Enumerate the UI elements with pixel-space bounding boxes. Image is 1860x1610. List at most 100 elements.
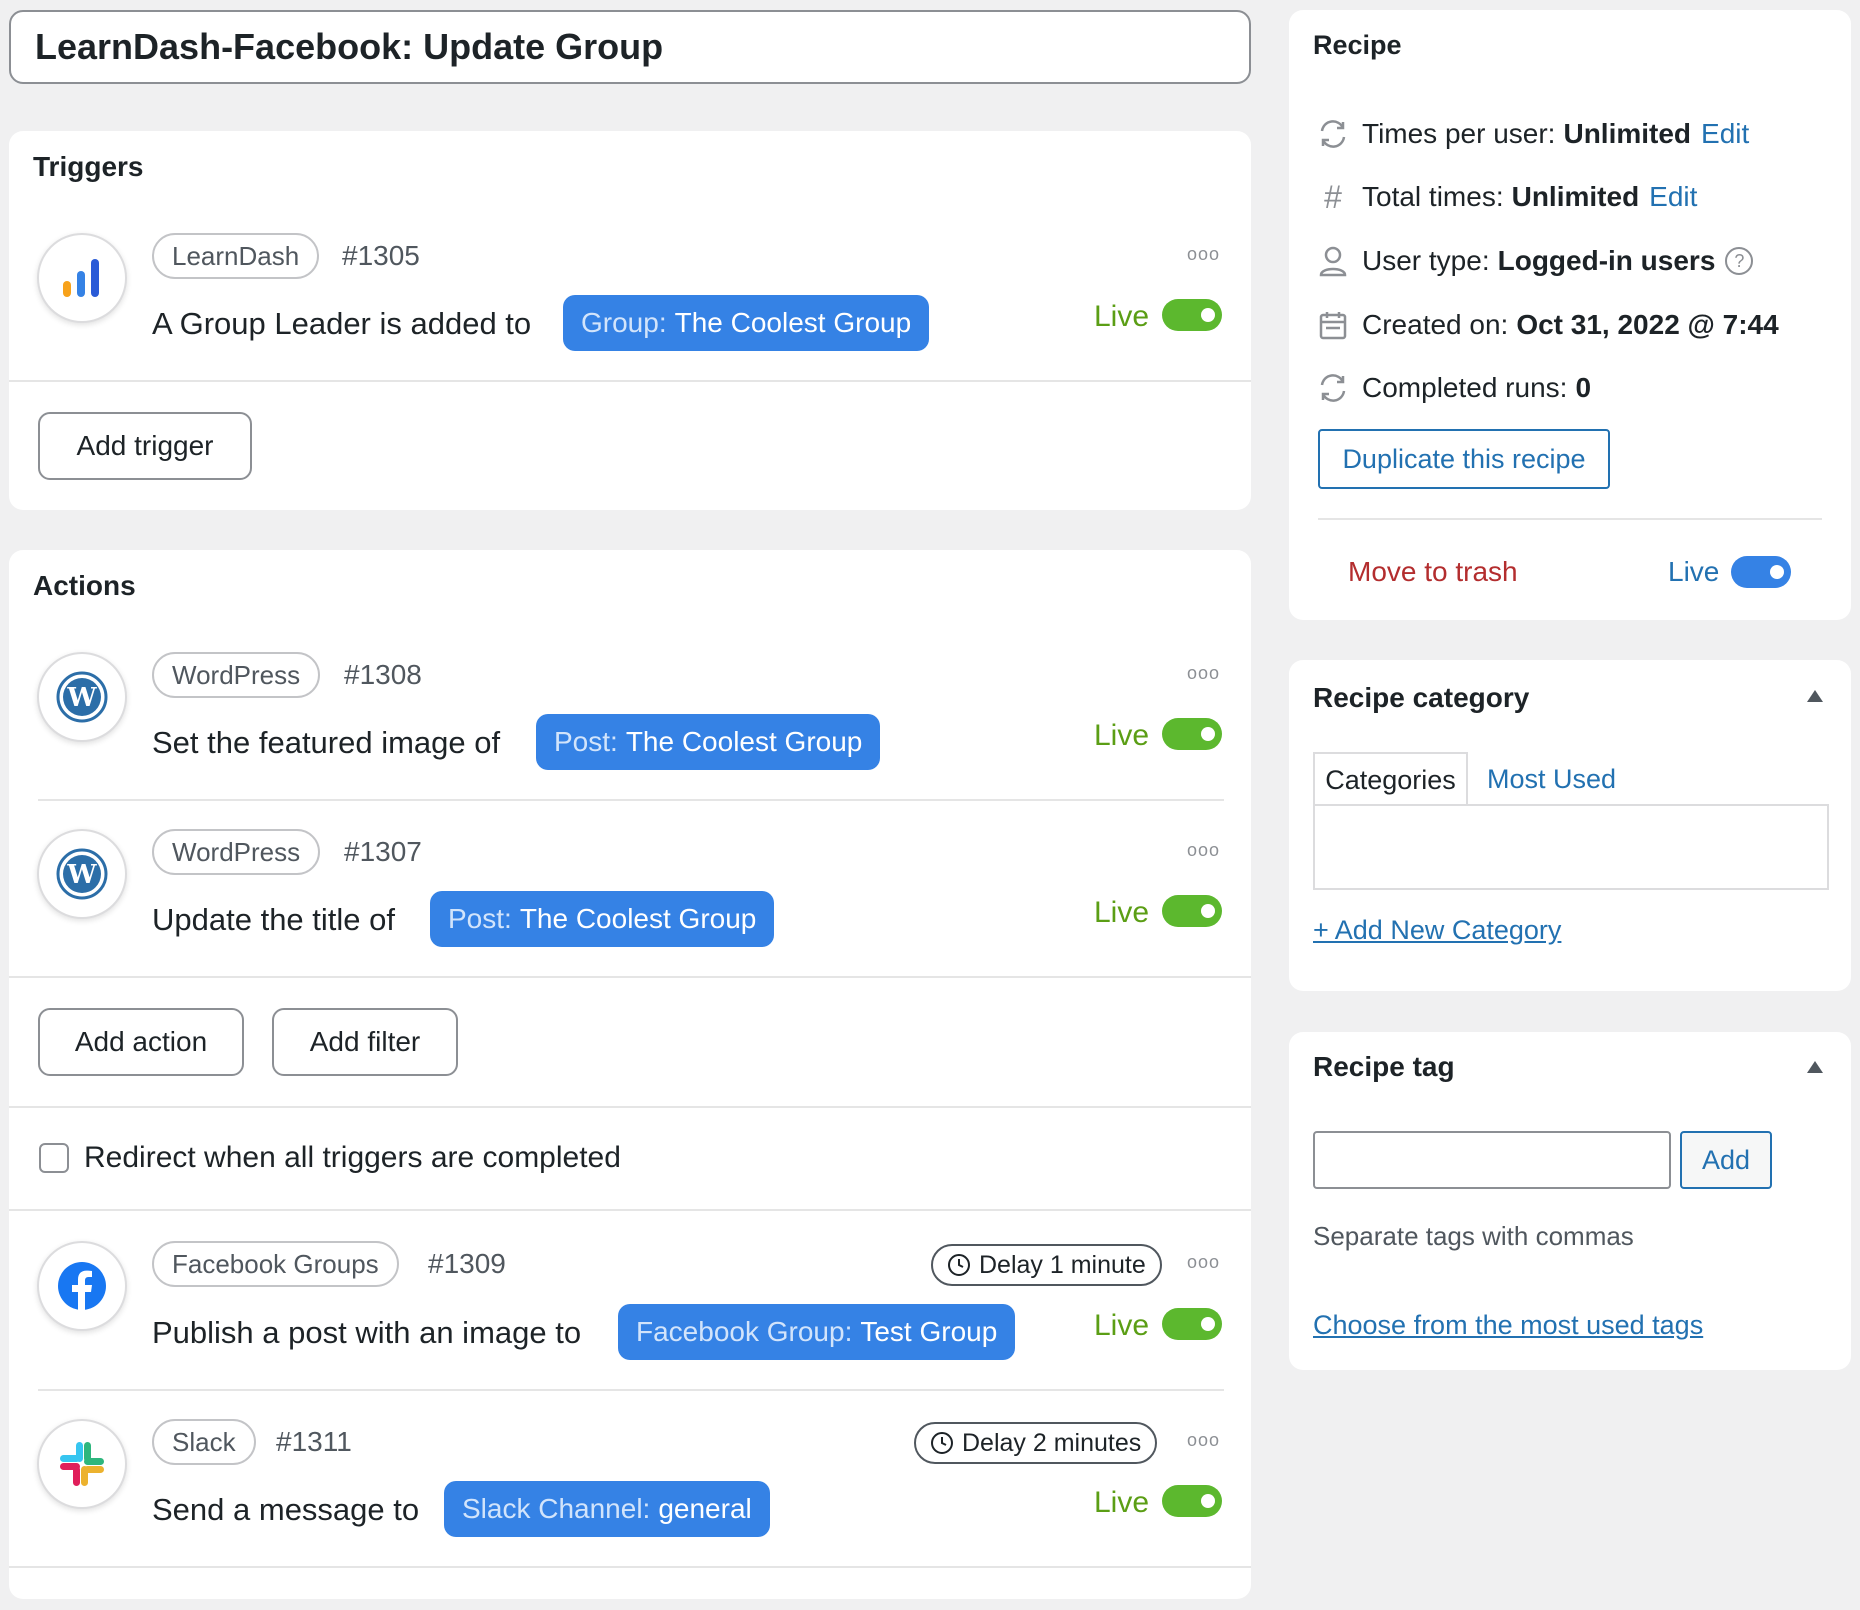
tag-hint: Separate tags with commas: [1313, 1221, 1634, 1251]
action-status-label: Live: [1094, 1309, 1150, 1342]
user-type-value: Logged-in users: [1497, 245, 1716, 276]
recipe-title-input[interactable]: LearnDash-Facebook: Update Group: [9, 10, 1251, 84]
redirect-checkbox[interactable]: [39, 1143, 69, 1173]
slack-icon: [37, 1419, 127, 1509]
triggers-heading: Triggers: [33, 151, 144, 182]
user-type-row: User type: Logged-in users ?: [1316, 244, 1754, 278]
action-sentence: Set the featured image of: [152, 725, 501, 760]
svg-text:W: W: [66, 860, 97, 890]
learndash-icon: [37, 233, 127, 323]
action-id: #1311: [276, 1426, 352, 1457]
created-on-row: Created on: Oct 31, 2022 @ 7:44: [1316, 308, 1779, 342]
tab-most-used[interactable]: Most Used: [1487, 752, 1616, 806]
action-sentence: Update the title of: [152, 902, 395, 937]
token-key: Slack Channel:: [462, 1493, 651, 1524]
token-value: The Coolest Group: [674, 307, 912, 338]
wordpress-icon: W: [37, 829, 127, 919]
add-tag-button[interactable]: Add: [1680, 1131, 1772, 1189]
divider: [9, 1209, 1251, 1211]
action-id: #1308: [344, 659, 422, 690]
divider: [9, 976, 1251, 978]
collapse-caret-icon[interactable]: [1807, 690, 1823, 702]
repeat-icon: [1316, 371, 1350, 405]
user-icon: [1316, 244, 1350, 278]
action-source-pill: Facebook Groups: [152, 1241, 399, 1287]
token-value: The Coolest Group: [625, 726, 863, 757]
recipe-title: LearnDash-Facebook: Update Group: [35, 26, 664, 67]
completed-runs-label: Completed runs:: [1362, 372, 1568, 403]
move-to-trash-link[interactable]: Move to trash: [1348, 556, 1518, 588]
redirect-label: Redirect when all triggers are completed: [84, 1141, 621, 1174]
calendar-icon: [1316, 308, 1350, 342]
action-status-label: Live: [1094, 896, 1150, 929]
recipe-live-toggle[interactable]: [1731, 556, 1791, 588]
action-live-toggle[interactable]: [1162, 1485, 1222, 1517]
help-icon[interactable]: ?: [1725, 247, 1754, 275]
action-menu-icon[interactable]: ооо: [1187, 840, 1220, 861]
delay-badge[interactable]: Delay 1 minute: [931, 1244, 1162, 1286]
token-value: The Coolest Group: [519, 903, 757, 934]
times-per-user-label: Times per user:: [1362, 118, 1556, 149]
delay-label: Delay 2 minutes: [962, 1428, 1142, 1457]
category-list: [1313, 804, 1829, 890]
delay-label: Delay 1 minute: [979, 1250, 1146, 1279]
tag-input[interactable]: [1313, 1131, 1671, 1189]
action-menu-icon[interactable]: ооо: [1187, 1252, 1220, 1273]
add-trigger-button[interactable]: Add trigger: [38, 412, 252, 480]
user-type-label: User type:: [1362, 245, 1490, 276]
delay-badge[interactable]: Delay 2 minutes: [914, 1422, 1158, 1464]
trigger-id: #1305: [342, 240, 420, 271]
recipe-heading: Recipe: [1313, 30, 1402, 60]
times-per-user-value: Unlimited: [1563, 118, 1692, 149]
action-token[interactable]: Post: The Coolest Group: [536, 714, 881, 770]
completed-runs-value: 0: [1575, 372, 1592, 403]
action-token[interactable]: Facebook Group: Test Group: [618, 1304, 1016, 1360]
total-times-label: Total times:: [1362, 181, 1504, 212]
action-sentence: Publish a post with an image to: [152, 1315, 582, 1350]
collapse-caret-icon[interactable]: [1807, 1061, 1823, 1073]
action-source-pill: Slack: [152, 1419, 256, 1465]
divider: [9, 380, 1251, 382]
times-per-user-edit-link[interactable]: Edit: [1701, 118, 1749, 150]
duplicate-recipe-button[interactable]: Duplicate this recipe: [1318, 429, 1610, 489]
actions-heading: Actions: [33, 570, 136, 601]
action-menu-icon[interactable]: ооо: [1187, 1430, 1220, 1451]
trigger-live-toggle[interactable]: [1162, 299, 1222, 331]
token-value: general: [658, 1493, 752, 1524]
action-token[interactable]: Post: The Coolest Group: [430, 891, 775, 947]
total-times-edit-link[interactable]: Edit: [1649, 181, 1697, 213]
action-id: #1307: [344, 836, 422, 867]
token-key: Post:: [554, 726, 618, 757]
add-new-category-link[interactable]: + Add New Category: [1313, 915, 1561, 946]
divider: [38, 799, 1224, 801]
divider: [9, 1566, 1251, 1568]
action-token[interactable]: Slack Channel: general: [444, 1481, 770, 1537]
category-heading: Recipe category: [1313, 682, 1530, 713]
svg-text:W: W: [66, 683, 97, 713]
times-per-user-row: Times per user: Unlimited Edit: [1316, 117, 1749, 151]
action-id: #1309: [428, 1248, 506, 1279]
choose-most-used-tags-link[interactable]: Choose from the most used tags: [1313, 1310, 1703, 1341]
trigger-sentence: A Group Leader is added to: [152, 306, 532, 341]
divider: [9, 1106, 1251, 1108]
trigger-token[interactable]: Group: The Coolest Group: [563, 295, 930, 351]
action-menu-icon[interactable]: ооо: [1187, 663, 1220, 684]
created-on-value: Oct 31, 2022 @ 7:44: [1516, 309, 1779, 340]
trigger-menu-icon[interactable]: ооо: [1187, 244, 1220, 265]
total-times-value: Unlimited: [1511, 181, 1640, 212]
action-source-pill: WordPress: [152, 652, 321, 698]
token-key: Group:: [581, 307, 667, 338]
add-filter-button[interactable]: Add filter: [272, 1008, 458, 1076]
clock-icon: [931, 1432, 953, 1454]
tab-categories[interactable]: Categories: [1313, 752, 1468, 806]
token-key: Facebook Group:: [636, 1316, 853, 1347]
action-live-toggle[interactable]: [1162, 718, 1222, 750]
add-action-button[interactable]: Add action: [38, 1008, 244, 1076]
trigger-status-label: Live: [1094, 300, 1150, 333]
action-live-toggle[interactable]: [1162, 895, 1222, 927]
divider: [38, 1389, 1224, 1391]
action-sentence: Send a message to: [152, 1492, 420, 1527]
trigger-source-pill: LearnDash: [152, 233, 320, 279]
action-live-toggle[interactable]: [1162, 1308, 1222, 1340]
divider: [1318, 518, 1822, 520]
